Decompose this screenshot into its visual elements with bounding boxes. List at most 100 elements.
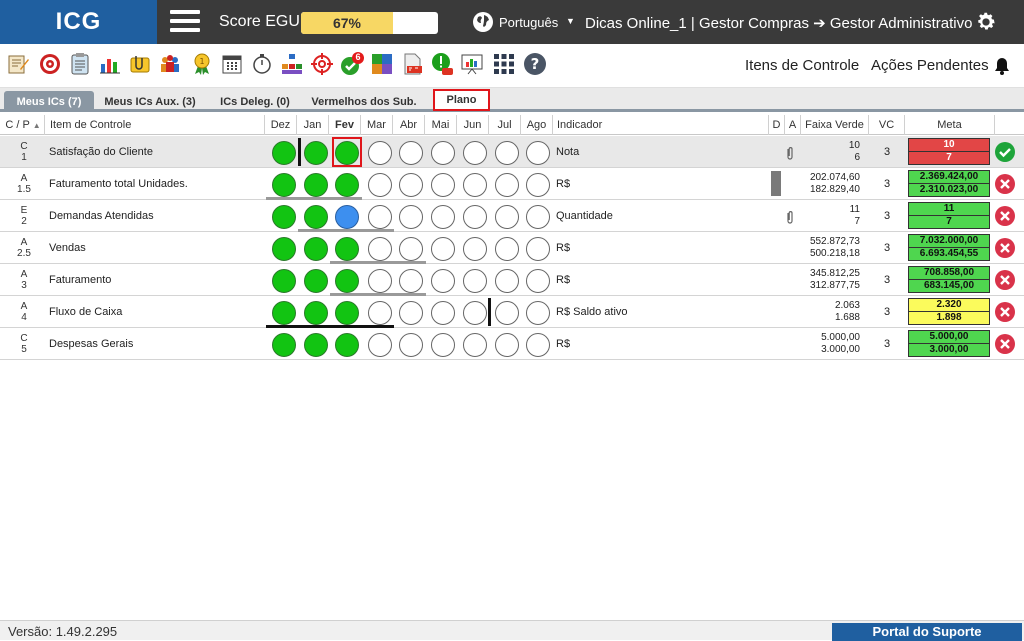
month-status-circle[interactable] bbox=[335, 141, 359, 165]
month-status-circle[interactable] bbox=[368, 237, 392, 261]
col-item[interactable]: Item de Controle bbox=[44, 115, 264, 135]
gear-icon[interactable] bbox=[975, 11, 997, 33]
item-name[interactable]: Despesas Gerais bbox=[49, 338, 133, 350]
col-cp[interactable]: C / P ▲ bbox=[2, 115, 44, 135]
month-status-circle[interactable] bbox=[335, 173, 359, 197]
month-status-circle[interactable] bbox=[272, 301, 296, 325]
table-row[interactable]: C5 Despesas Gerais R$ 5.000,00 3.000,00 3… bbox=[0, 328, 1024, 360]
close-icon[interactable] bbox=[994, 173, 1016, 195]
item-name[interactable]: Fluxo de Caixa bbox=[49, 306, 122, 318]
month-status-circle[interactable] bbox=[335, 237, 359, 261]
month-status-circle[interactable] bbox=[526, 333, 550, 357]
month-status-circle[interactable] bbox=[399, 141, 423, 165]
col-indicador[interactable]: Indicador bbox=[552, 115, 768, 135]
month-status-circle[interactable] bbox=[526, 237, 550, 261]
support-portal-button[interactable]: Portal do Suporte bbox=[832, 623, 1022, 641]
month-status-circle[interactable] bbox=[495, 301, 519, 325]
clipboard-icon[interactable] bbox=[68, 52, 92, 76]
month-status-circle[interactable] bbox=[304, 141, 328, 165]
month-status-circle[interactable] bbox=[399, 237, 423, 261]
month-status-circle[interactable] bbox=[335, 301, 359, 325]
month-status-circle[interactable] bbox=[495, 269, 519, 293]
paperclip-icon[interactable] bbox=[786, 210, 794, 224]
tab-plano[interactable]: Plano bbox=[433, 89, 490, 111]
stopwatch-icon[interactable] bbox=[250, 52, 274, 76]
tab-meus-ics[interactable]: Meus ICs (7) bbox=[4, 91, 94, 112]
month-status-circle[interactable] bbox=[526, 141, 550, 165]
month-status-circle[interactable] bbox=[463, 269, 487, 293]
item-name[interactable]: Faturamento total Unidades. bbox=[49, 178, 188, 190]
table-row[interactable]: C1 Satisfação do Cliente Nota 10 6 3 10 7 bbox=[0, 136, 1024, 168]
language-selector[interactable]: Português bbox=[499, 15, 558, 30]
team-icon[interactable] bbox=[158, 52, 182, 76]
month-status-circle[interactable] bbox=[272, 269, 296, 293]
month-status-circle[interactable] bbox=[368, 333, 392, 357]
tab-vermelhos-dos-sub[interactable]: Vermelhos dos Sub. bbox=[306, 91, 422, 112]
month-status-circle[interactable] bbox=[368, 141, 392, 165]
month-status-circle[interactable] bbox=[399, 173, 423, 197]
month-status-circle[interactable] bbox=[431, 269, 455, 293]
pdf-icon[interactable] bbox=[400, 52, 424, 76]
month-status-circle[interactable] bbox=[304, 333, 328, 357]
month-status-circle[interactable] bbox=[495, 173, 519, 197]
month-status-circle[interactable] bbox=[399, 205, 423, 229]
crosshair-icon[interactable] bbox=[310, 52, 334, 76]
user-role-path[interactable]: Dicas Online_1 | Gestor Compras ➔ Gestor… bbox=[585, 14, 972, 32]
month-status-circle[interactable] bbox=[431, 301, 455, 325]
month-status-circle[interactable] bbox=[463, 333, 487, 357]
table-row[interactable]: A4 Fluxo de Caixa R$ Saldo ativo 2.063 1.… bbox=[0, 296, 1024, 328]
month-status-circle[interactable] bbox=[495, 333, 519, 357]
bar-chart-icon[interactable] bbox=[98, 52, 122, 76]
month-status-circle[interactable] bbox=[304, 205, 328, 229]
status-off-icon[interactable] bbox=[430, 52, 454, 76]
table-row[interactable]: E2 Demandas Atendidas Quantidade 11 7 3 1… bbox=[0, 200, 1024, 232]
award-icon[interactable]: 1 bbox=[190, 52, 214, 76]
month-status-circle[interactable] bbox=[463, 301, 487, 325]
close-icon[interactable] bbox=[994, 301, 1016, 323]
month-status-circle[interactable] bbox=[463, 237, 487, 261]
month-status-circle[interactable] bbox=[335, 333, 359, 357]
month-status-circle[interactable] bbox=[304, 269, 328, 293]
month-status-circle[interactable] bbox=[272, 333, 296, 357]
tab-meus-ics-aux[interactable]: Meus ICs Aux. (3) bbox=[100, 91, 200, 112]
month-status-circle[interactable] bbox=[304, 237, 328, 261]
app-logo[interactable]: ICG bbox=[0, 0, 157, 44]
month-status-circle[interactable] bbox=[431, 205, 455, 229]
paperclip-icon[interactable] bbox=[786, 146, 794, 160]
month-status-circle[interactable] bbox=[495, 205, 519, 229]
month-status-circle[interactable] bbox=[399, 301, 423, 325]
puzzle-icon[interactable] bbox=[370, 52, 394, 76]
item-name[interactable]: Vendas bbox=[49, 242, 86, 254]
bell-icon[interactable] bbox=[992, 56, 1012, 76]
month-status-circle[interactable] bbox=[526, 301, 550, 325]
itens-de-controle-link[interactable]: Itens de Controle bbox=[745, 57, 859, 74]
edit-notes-icon[interactable] bbox=[6, 52, 30, 76]
acoes-pendentes-link[interactable]: Ações Pendentes bbox=[871, 57, 989, 74]
month-status-circle[interactable] bbox=[272, 173, 296, 197]
month-status-circle[interactable] bbox=[368, 301, 392, 325]
month-status-circle[interactable] bbox=[526, 269, 550, 293]
item-name[interactable]: Demandas Atendidas bbox=[49, 210, 154, 222]
presentation-icon[interactable] bbox=[460, 52, 484, 76]
table-row[interactable]: A 2.5 Vendas R$ 552.872,73 500.218,18 3 7.… bbox=[0, 232, 1024, 264]
month-status-circle[interactable] bbox=[463, 141, 487, 165]
item-name[interactable]: Satisfação do Cliente bbox=[49, 146, 153, 158]
calendar-icon[interactable] bbox=[220, 52, 244, 76]
month-status-circle[interactable] bbox=[399, 333, 423, 357]
close-icon[interactable] bbox=[994, 333, 1016, 355]
month-status-circle[interactable] bbox=[463, 205, 487, 229]
tab-ics-deleg[interactable]: ICs Deleg. (0) bbox=[212, 91, 298, 112]
month-status-circle[interactable] bbox=[335, 205, 359, 229]
target-icon[interactable] bbox=[38, 52, 62, 76]
month-status-circle[interactable] bbox=[304, 301, 328, 325]
month-status-circle[interactable] bbox=[368, 269, 392, 293]
month-status-circle[interactable] bbox=[368, 205, 392, 229]
menu-icon[interactable] bbox=[170, 10, 200, 34]
month-status-circle[interactable] bbox=[272, 141, 296, 165]
attachment-icon[interactable] bbox=[128, 52, 152, 76]
table-row[interactable]: A3 Faturamento R$ 345.812,25 312.877,75 3… bbox=[0, 264, 1024, 296]
month-status-circle[interactable] bbox=[526, 205, 550, 229]
month-status-circle[interactable] bbox=[272, 205, 296, 229]
month-status-circle[interactable] bbox=[431, 237, 455, 261]
check-icon[interactable] bbox=[994, 141, 1016, 163]
